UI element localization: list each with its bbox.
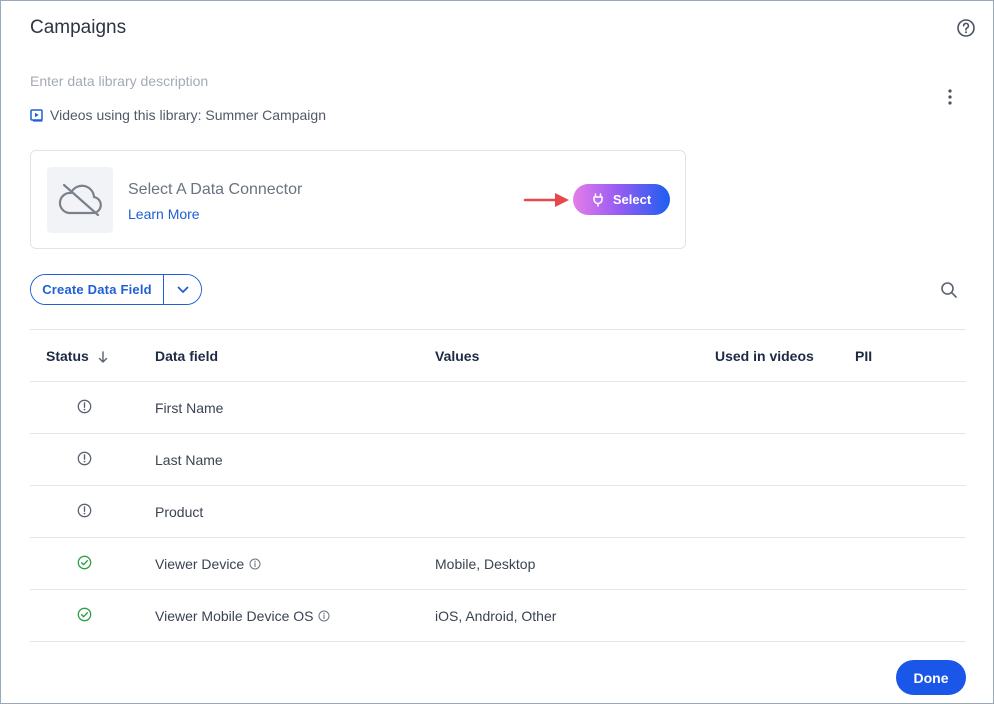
values-column-header: Values [435,348,480,364]
play-icon [30,109,43,122]
learn-more-link[interactable]: Learn More [128,206,200,222]
data-field-name: Last Name [155,452,223,468]
data-field-name: Product [155,504,204,520]
connector-placeholder [47,167,113,233]
videos-using-library: Videos using this library: Summer Campai… [30,107,326,123]
sort-arrow-icon [98,351,107,363]
pii-column-header: PII [855,348,873,364]
arrow-pointer-icon [523,193,569,207]
kebab-menu-icon[interactable] [941,87,959,107]
description-input[interactable]: Enter data library description [30,73,208,89]
data-library-dialog: Campaigns Enter data library description… [0,0,994,704]
data-field-name: First Name [155,400,224,416]
table-row[interactable]: Viewer Mobile Device OS iOS, Android, Ot… [30,590,966,642]
status-header-label: Status [46,348,89,364]
table-header: Status Data field Values Used in videos … [30,329,966,382]
warning-circle-icon [77,451,92,466]
info-icon[interactable] [249,558,261,570]
check-circle-icon [77,607,92,622]
warning-circle-icon [77,503,92,518]
create-options-dropdown[interactable] [163,275,201,304]
search-icon[interactable] [940,281,958,299]
create-data-field-button[interactable]: Create Data Field [31,275,163,304]
table-row[interactable]: Product [30,486,966,538]
data-field-column-header: Data field [155,348,219,364]
info-icon[interactable] [318,610,330,622]
used-in-videos-column-header: Used in videos [715,348,814,364]
data-fields-table: Status Data field Values Used in videos … [30,329,966,642]
select-connector-button[interactable]: Select [573,184,670,215]
table-row[interactable]: First Name [30,382,966,434]
check-circle-icon [77,555,92,570]
chevron-down-icon [177,286,188,293]
data-field-name-cell: Viewer Device [155,556,261,572]
data-field-name: Viewer Device [155,556,245,572]
table-row[interactable]: Last Name [30,434,966,486]
status-column-header[interactable]: Status [46,348,108,364]
data-field-name: Viewer Mobile Device OS [155,608,314,624]
plug-icon [593,192,603,207]
connector-title: Select A Data Connector [128,181,303,198]
help-icon[interactable] [956,18,976,38]
data-field-values: iOS, Android, Other [435,608,557,624]
data-field-values: Mobile, Desktop [435,556,536,572]
page-title: Campaigns [30,17,127,38]
create-data-field-split-button: Create Data Field [30,274,202,305]
data-connector-card: Select A Data Connector Learn More Selec… [30,150,686,249]
cloud-off-icon [58,183,102,217]
warning-circle-icon [77,399,92,414]
data-field-name-cell: Viewer Mobile Device OS [155,608,330,624]
select-button-label: Select [612,192,652,207]
table-row[interactable]: Viewer Device Mobile, Desktop [30,538,966,590]
videos-using-library-label[interactable]: Videos using this library: Summer Campai… [50,107,326,123]
done-button[interactable]: Done [896,660,966,695]
